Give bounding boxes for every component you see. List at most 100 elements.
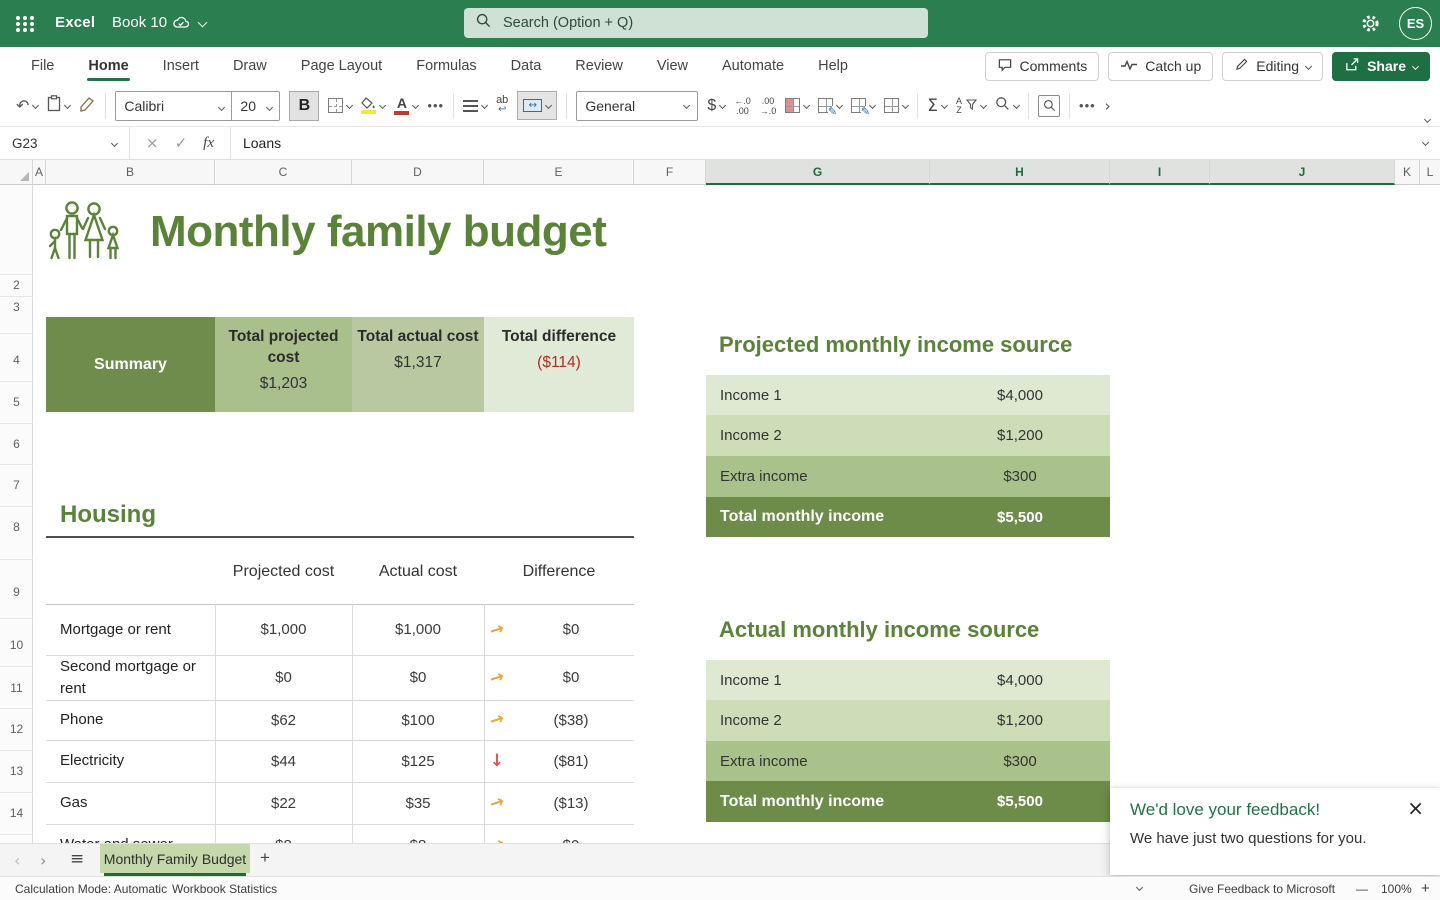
row-header-9[interactable]: 9 (0, 583, 33, 601)
give-feedback-link[interactable]: Give Feedback to Microsoft (1189, 882, 1335, 896)
housing-col-header-difference[interactable]: Difference (484, 541, 634, 603)
housing-row-label[interactable]: Water and sewer (60, 824, 212, 843)
expand-formula-bar-chevron-icon[interactable] (1422, 139, 1429, 146)
column-header-b[interactable]: B (46, 160, 215, 185)
housing-row-label[interactable]: Phone (60, 700, 212, 740)
spreadsheet-canvas[interactable]: 2 3 4 5 6 7 8 9 10 11 12 13 14 (0, 185, 1440, 843)
ribbon-expand-button[interactable]: › (1105, 97, 1111, 115)
projected-income-row[interactable]: Extra income $300 (706, 456, 1110, 497)
housing-projected-cell[interactable]: $62 (215, 700, 352, 740)
column-header-g[interactable]: G (706, 160, 930, 185)
share-button[interactable]: Share (1332, 52, 1430, 81)
housing-difference-cell[interactable]: $0 (508, 604, 634, 655)
close-icon[interactable]: × (1407, 796, 1424, 820)
decrease-decimal-button[interactable]: .00→.0 (760, 96, 777, 116)
actual-income-row[interactable]: Extra income $300 (706, 741, 1110, 781)
housing-actual-cell[interactable]: $35 (352, 782, 484, 824)
housing-difference-cell[interactable]: ($81) (508, 740, 634, 782)
sheet-title[interactable]: Monthly family budget (150, 207, 606, 257)
find-button[interactable] (995, 96, 1019, 116)
tab-view[interactable]: View (640, 47, 705, 85)
merge-cells-button[interactable]: ↔ (517, 91, 557, 120)
font-overflow-button[interactable]: ••• (427, 98, 444, 113)
tab-help[interactable]: Help (801, 47, 865, 85)
housing-row-label[interactable]: Gas (60, 782, 212, 824)
insert-function-icon[interactable]: fx (203, 135, 214, 152)
autosum-button[interactable]: Σ (927, 96, 947, 116)
alignment-button[interactable] (463, 100, 487, 112)
enter-check-icon[interactable]: ✓ (175, 134, 188, 152)
tab-review[interactable]: Review (558, 47, 640, 85)
row-header-7[interactable]: 7 (0, 476, 33, 494)
font-name-select[interactable]: Calibri (116, 98, 212, 114)
tab-home[interactable]: Home (71, 47, 145, 85)
row-header-5[interactable]: 5 (0, 393, 33, 411)
avatar[interactable]: ES (1399, 7, 1432, 40)
bold-button[interactable]: B (289, 91, 319, 121)
row-header-14[interactable]: 14 (0, 804, 33, 822)
row-header-11[interactable]: 11 (0, 679, 33, 697)
row-header-10[interactable]: 10 (0, 636, 33, 654)
column-header-f[interactable]: F (634, 160, 706, 185)
format-painter-button[interactable] (79, 95, 96, 117)
fill-color-button[interactable] (361, 97, 385, 114)
projected-income-row[interactable]: Income 2 $1,200 (706, 415, 1110, 456)
undo-button[interactable]: ↶ (16, 98, 38, 114)
housing-row-label[interactable]: Mortgage or rent (60, 604, 212, 655)
tab-data[interactable]: Data (494, 47, 559, 85)
row-header-3[interactable]: 3 (0, 298, 33, 316)
housing-actual-cell[interactable]: $125 (352, 740, 484, 782)
column-header-e[interactable]: E (484, 160, 634, 185)
housing-col-header-actual[interactable]: Actual cost (352, 541, 484, 603)
summary-actual-cell[interactable]: Total actual cost $1,317 (352, 317, 484, 412)
actual-income-row[interactable]: Income 1 $4,000 (706, 660, 1110, 700)
ribbon-overflow-button[interactable]: ••• (1079, 98, 1096, 113)
housing-actual-cell[interactable]: $0 (352, 655, 484, 700)
app-launcher-icon[interactable] (16, 16, 20, 20)
cell-styles-button[interactable]: ✎ (851, 98, 875, 113)
tab-formulas[interactable]: Formulas (399, 47, 493, 85)
insert-table-button[interactable] (884, 98, 908, 113)
workbook-statistics[interactable]: Workbook Statistics (172, 882, 277, 896)
search-bar[interactable] (464, 8, 928, 38)
housing-row-label[interactable]: Electricity (60, 740, 212, 782)
housing-actual-cell[interactable]: $1,000 (352, 604, 484, 655)
summary-difference-cell[interactable]: Total difference ($114) (484, 317, 634, 412)
search-input[interactable] (501, 14, 881, 32)
projected-income-row[interactable]: Income 1 $4,000 (706, 375, 1110, 415)
editing-mode-button[interactable]: Editing (1222, 52, 1323, 81)
format-as-table-button[interactable]: ✎ (818, 98, 842, 113)
column-header-a[interactable]: A (33, 160, 46, 185)
add-sheet-icon[interactable]: + (260, 848, 270, 868)
row-header-2[interactable]: 2 (0, 276, 33, 294)
calculation-mode[interactable]: Calculation Mode: Automatic (15, 882, 167, 896)
column-header-d[interactable]: D (352, 160, 484, 185)
increase-decimal-button[interactable]: ←.0.00 (734, 96, 751, 116)
housing-difference-cell[interactable]: ($13) (508, 782, 634, 824)
column-header-h[interactable]: H (930, 160, 1110, 185)
prev-sheet-icon[interactable]: ‹ (14, 851, 20, 870)
column-header-i[interactable]: I (1110, 160, 1210, 185)
row-header-8[interactable]: 8 (0, 518, 33, 536)
formula-input[interactable]: Loans (231, 135, 281, 151)
status-bar-chevron-icon[interactable] (1136, 884, 1143, 891)
analyze-data-button[interactable] (1038, 95, 1060, 117)
row-header-4[interactable]: 4 (0, 351, 33, 369)
row-header-6[interactable]: 6 (0, 435, 33, 453)
wrap-text-button[interactable]: ab ↩ (496, 96, 508, 115)
next-sheet-icon[interactable]: › (40, 851, 46, 870)
housing-section-title[interactable]: Housing (60, 501, 156, 529)
column-header-c[interactable]: C (215, 160, 352, 185)
cancel-icon[interactable]: × (146, 134, 159, 152)
font-size-select[interactable]: 20 (232, 98, 260, 114)
all-sheets-menu-icon[interactable]: ≡ (70, 849, 84, 869)
chevron-down-icon[interactable] (260, 97, 279, 115)
settings-gear-icon[interactable] (1360, 13, 1381, 39)
zoom-out-button[interactable]: — (1356, 882, 1368, 896)
housing-projected-cell[interactable]: $1,000 (215, 604, 352, 655)
actual-income-row[interactable]: Income 2 $1,200 (706, 700, 1110, 741)
tab-insert[interactable]: Insert (146, 47, 216, 85)
sort-filter-button[interactable]: AZ (956, 97, 986, 115)
number-format-select[interactable]: General (576, 91, 698, 121)
sheet-tab-active[interactable]: Monthly Family Budget (100, 844, 250, 873)
